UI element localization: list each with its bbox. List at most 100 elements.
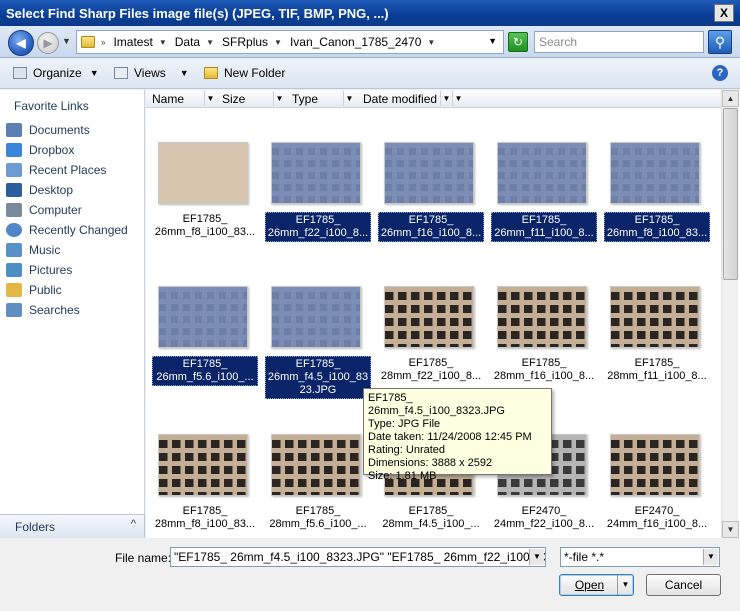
thumbnail-label-line: 26mm_f4.5_i100_83 — [267, 371, 369, 383]
file-type-select[interactable]: *-file *.* ▼ — [560, 547, 720, 567]
column-date-modified-dropdown[interactable]: ▼ — [440, 91, 452, 106]
breadcrumb-separator[interactable]: ▼ — [159, 38, 167, 47]
sidebar-item-searches[interactable]: Searches — [6, 301, 80, 319]
thumbnail-label: EF1785_ 26mm_f5.6_i100_... — [152, 356, 258, 386]
thumbnail-label-line: EF1785_ — [408, 214, 454, 226]
file-thumbnail[interactable]: EF1785_ 26mm_f16_i100_8... — [378, 142, 484, 282]
sidebar-item-label: Dropbox — [29, 143, 75, 157]
breadcrumb-separator[interactable]: ▼ — [427, 38, 435, 47]
scroll-up-arrow[interactable]: ▲ — [722, 90, 739, 107]
thumbnail-label: EF1785_ 28mm_f11_i100_8... — [604, 356, 710, 384]
public-folder-icon — [6, 283, 22, 297]
sidebar-item-desktop[interactable]: Desktop — [6, 181, 73, 199]
thumbnail-label-line: EF2470_ — [521, 505, 567, 517]
file-thumbnail[interactable]: EF1785_ 28mm_f11_i100_8... — [604, 286, 710, 426]
thumbnail-label: EF1785_ 26mm_f8_i100_83... — [604, 212, 710, 242]
thumbnail-label-line: 28mm_f11_i100_8... — [607, 370, 707, 382]
file-type-value: *-file *.* — [564, 550, 605, 564]
organize-icon — [13, 67, 27, 79]
open-button[interactable]: Open ▼ — [559, 574, 634, 596]
organize-label: Organize — [33, 66, 82, 80]
file-name-field[interactable]: "EF1785_ 26mm_f4.5_i100_8323.JPG" "EF178… — [170, 547, 546, 567]
open-label: Open — [574, 578, 605, 592]
sidebar-item-recent-places[interactable]: Recent Places — [6, 161, 106, 179]
views-label: Views — [134, 66, 166, 80]
thumbnail-label-line: EF1785_ — [634, 214, 680, 226]
thumbnail-image — [497, 286, 587, 348]
file-thumbnail[interactable]: EF1785_ 26mm_f8_i100_83... — [604, 142, 710, 282]
file-thumbnail[interactable]: EF1785_ 26mm_f22_i100_8... — [265, 142, 371, 282]
sidebar-item-music[interactable]: Music — [6, 241, 60, 259]
breadcrumb-data[interactable]: Data — [175, 35, 200, 49]
file-thumbnail[interactable]: EF1785_ 26mm_f4.5_i100_83 23.JPG — [265, 286, 371, 426]
thumbnail-image — [158, 434, 248, 496]
thumbnail-label: EF1785_ 28mm_f4.5_i100_... — [378, 504, 484, 532]
thumbnail-label-line: 28mm_f22_i100_8... — [380, 370, 482, 382]
file-thumbnail[interactable]: EF1785_ 26mm_f5.6_i100_... — [152, 286, 258, 426]
column-extra-dropdown[interactable]: ▼ — [452, 91, 464, 106]
sidebar-item-pictures[interactable]: Pictures — [6, 261, 72, 279]
thumbnail-label-line: EF1785_ — [295, 505, 341, 517]
chevron-up-icon: ^ — [130, 518, 136, 530]
file-thumbnail[interactable]: EF1785_ 26mm_f11_i100_8... — [491, 142, 597, 282]
column-type-dropdown[interactable]: ▼ — [343, 91, 355, 106]
cancel-button[interactable]: Cancel — [646, 574, 721, 596]
tooltip-date-taken: Date taken: 11/24/2008 12:45 PM — [368, 431, 532, 443]
sidebar-item-dropbox[interactable]: Dropbox — [6, 141, 74, 159]
thumbnail-label: EF2470_ 24mm_f22_i100_8... — [491, 504, 597, 532]
breadcrumb-separator[interactable]: » — [101, 38, 105, 47]
new-folder-button[interactable]: New Folder — [204, 66, 285, 80]
breadcrumb[interactable]: » Imatest ▼ Data ▼ SFRplus ▼ Ivan_Canon_… — [76, 30, 504, 54]
organize-button[interactable]: Organize ▼ — [13, 66, 99, 80]
address-dropdown-icon[interactable]: ▼ — [488, 36, 497, 46]
column-name[interactable]: Name — [152, 92, 184, 106]
sidebar-item-recently-changed[interactable]: Recently Changed — [6, 221, 128, 239]
scrollbar-thumb[interactable] — [723, 108, 738, 280]
search-icon[interactable]: ⚲ — [708, 30, 732, 54]
sidebar-item-public[interactable]: Public — [6, 281, 62, 299]
column-size-dropdown[interactable]: ▼ — [273, 91, 285, 106]
thumbnail-image — [497, 142, 587, 204]
thumbnail-label-line: EF1785_ — [295, 358, 341, 370]
sidebar-item-computer[interactable]: Computer — [6, 201, 82, 219]
back-button[interactable]: ◀ — [8, 30, 34, 56]
help-icon[interactable]: ? — [712, 65, 728, 81]
breadcrumb-ivan-canon[interactable]: Ivan_Canon_1785_2470 — [290, 35, 421, 49]
column-date-modified[interactable]: Date modified — [363, 92, 437, 106]
close-button[interactable]: X — [714, 4, 734, 22]
sidebar-item-documents[interactable]: Documents — [6, 121, 90, 139]
tooltip-type: Type: JPG File — [368, 418, 441, 430]
forward-button[interactable]: ▶ — [37, 32, 59, 54]
views-button[interactable]: Views ▼ — [114, 66, 189, 80]
folder-icon — [81, 36, 95, 48]
column-size[interactable]: Size — [222, 92, 245, 106]
chevron-down-icon: ▼ — [179, 68, 189, 78]
open-split-dropdown[interactable]: ▼ — [617, 575, 633, 595]
scroll-down-arrow[interactable]: ▼ — [722, 521, 739, 538]
file-type-dropdown[interactable]: ▼ — [703, 549, 718, 565]
thumbnail-image — [158, 286, 248, 348]
breadcrumb-imatest[interactable]: Imatest — [113, 35, 152, 49]
refresh-button[interactable]: ↻ — [508, 32, 528, 52]
thumbnail-image — [384, 142, 474, 204]
file-name-dropdown[interactable]: ▼ — [529, 549, 544, 565]
breadcrumb-separator[interactable]: ▼ — [274, 38, 282, 47]
thumbnail-label-line: 28mm_f5.6_i100_... — [269, 518, 367, 530]
thumbnail-label-line: EF2470_ — [634, 505, 680, 517]
column-type[interactable]: Type — [292, 92, 318, 106]
thumbnail-image — [610, 286, 700, 348]
file-thumbnail[interactable]: EF1785_ 26mm_f8_i100_83... — [152, 142, 258, 282]
folders-toggle[interactable]: Folders ^ — [0, 514, 145, 538]
thumbnail-label-line: 26mm_f22_i100_8... — [267, 227, 369, 239]
thumbnail-label-line: EF1785_ — [408, 357, 454, 369]
navigation-pane: Favorite Links Documents Dropbox Recent … — [0, 90, 145, 514]
thumbnail-label-line: EF1785_ — [521, 357, 567, 369]
sidebar-item-label: Music — [29, 243, 61, 257]
recent-pages-dropdown[interactable]: ▼ — [62, 36, 71, 46]
breadcrumb-sfrplus[interactable]: SFRplus — [222, 35, 268, 49]
vertical-scrollbar[interactable]: ▲ ▼ — [721, 90, 739, 538]
search-input[interactable]: Search — [534, 31, 704, 53]
computer-icon — [6, 203, 22, 217]
breadcrumb-separator[interactable]: ▼ — [206, 38, 214, 47]
column-name-dropdown[interactable]: ▼ — [204, 91, 216, 106]
